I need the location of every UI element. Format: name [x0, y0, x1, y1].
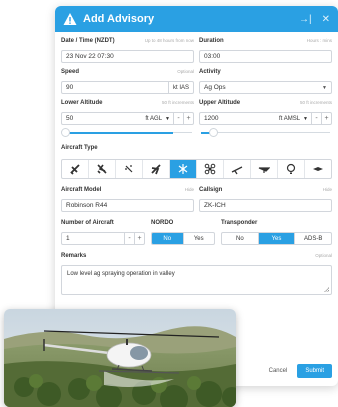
jet-icon[interactable] [62, 160, 89, 178]
submit-button[interactable]: Submit [297, 364, 332, 378]
duration-hint: Hours : mins [306, 38, 332, 43]
aircraft-count-increment[interactable]: + [134, 232, 144, 245]
upper-altitude-value: 1200 [204, 115, 219, 122]
quadcopter-icon[interactable] [197, 160, 224, 178]
dialog-title: Add Advisory [83, 13, 155, 25]
lower-altitude-input[interactable]: 50 ft AGL ▼ - + [61, 112, 194, 125]
aircraft-model-label: Aircraft Model [61, 187, 102, 193]
helicopter-spraying-photo [4, 309, 236, 407]
upper-altitude-input[interactable]: 1200 ft AMSL ▼ - + [199, 112, 332, 125]
activity-value: Ag Ops [204, 84, 226, 91]
nordo-yes-option[interactable]: Yes [184, 233, 215, 244]
upper-altitude-label: Upper Altitude [199, 100, 241, 106]
cancel-button[interactable]: Cancel [269, 368, 288, 374]
upper-altitude-knob[interactable] [209, 128, 218, 137]
datetime-hint: Up to 48 hours from now [144, 38, 194, 43]
remarks-text: Low level ag spraying operation in valle… [67, 271, 175, 277]
lower-altitude-decrement[interactable]: - [173, 112, 183, 125]
aircraft-count-decrement[interactable]: - [124, 232, 134, 245]
collapse-icon[interactable]: →| [299, 14, 312, 25]
datetime-label: Date / Time (NZDT) [61, 38, 115, 44]
datetime-input[interactable]: 23 Nov 22 07:30 [61, 50, 194, 63]
transponder-toggle: No Yes ADS-B [221, 232, 332, 245]
callsign-hide[interactable]: Hide [323, 187, 332, 192]
callsign-input[interactable]: ZK-ICH [199, 199, 332, 212]
resize-handle-icon[interactable] [324, 287, 329, 292]
duration-label: Duration [199, 38, 224, 44]
aircraft-count-value: 1 [66, 235, 70, 242]
chevron-down-icon: ▼ [165, 115, 170, 122]
lower-altitude-fill [63, 132, 173, 134]
glider-icon[interactable] [224, 160, 251, 178]
uav-icon[interactable] [305, 160, 331, 178]
dialog-footer: Cancel Submit [269, 364, 332, 378]
aircraft-type-selector [61, 159, 332, 179]
aircraft-model-input[interactable]: Robinson R44 [61, 199, 194, 212]
transponder-no-option[interactable]: No [222, 233, 259, 244]
remarks-textarea[interactable]: Low level ag spraying operation in valle… [61, 265, 332, 295]
chevron-down-icon: ▼ [322, 84, 327, 91]
dialog-header: Add Advisory →| ✕ [55, 6, 338, 32]
nordo-no-option[interactable]: No [152, 233, 184, 244]
speed-label: Speed [61, 69, 80, 75]
callsign-label: Callsign [199, 187, 223, 193]
small-plane-icon[interactable] [89, 160, 116, 178]
balloon-icon[interactable] [278, 160, 305, 178]
activity-select[interactable]: Ag Ops ▼ [199, 81, 332, 94]
drone-icon[interactable] [116, 160, 143, 178]
upper-altitude-decrement[interactable]: - [311, 112, 321, 125]
aircraft-count-label: Number of Aircraft [61, 220, 114, 226]
remarks-hint: Optional [315, 253, 332, 258]
microlight-icon[interactable] [251, 160, 278, 178]
aircraft-count-input[interactable]: 1 - + [61, 232, 145, 245]
remarks-label: Remarks [61, 253, 87, 259]
chevron-down-icon: ▼ [303, 115, 308, 122]
close-icon[interactable]: ✕ [322, 14, 330, 25]
helicopter-photo-image [4, 309, 236, 407]
lower-altitude-increment[interactable]: + [183, 112, 193, 125]
lower-altitude-label: Lower Altitude [61, 100, 103, 106]
helicopter-icon[interactable] [170, 160, 197, 178]
upper-altitude-hint: 50 ft increments [299, 100, 332, 105]
warning-icon [63, 13, 77, 25]
lower-altitude-hint: 50 ft increments [161, 100, 194, 105]
nordo-toggle: No Yes [151, 232, 215, 245]
lower-altitude-value: 50 [66, 115, 74, 122]
transponder-yes-option[interactable]: Yes [258, 233, 296, 244]
transponder-label: Transponder [221, 220, 258, 226]
activity-label: Activity [199, 69, 221, 75]
nordo-label: NORDO [151, 220, 174, 226]
speed-hint: Optional [177, 69, 194, 74]
speed-unit: kt IAS [167, 82, 189, 93]
aircraft-model-hide[interactable]: Hide [185, 187, 194, 192]
speed-input[interactable]: 90 kt IAS [61, 81, 194, 94]
lower-altitude-unit[interactable]: ft AGL [145, 116, 165, 122]
lower-altitude-knob[interactable] [61, 128, 70, 137]
transponder-adsb-option[interactable]: ADS-B [295, 233, 331, 244]
upper-altitude-unit[interactable]: ft AMSL [279, 116, 303, 122]
duration-input[interactable]: 03:00 [199, 50, 332, 63]
upper-altitude-slider[interactable] [199, 128, 332, 137]
lower-altitude-slider[interactable] [61, 128, 194, 137]
upper-altitude-increment[interactable]: + [321, 112, 331, 125]
aircraft-type-label: Aircraft Type [61, 145, 98, 151]
speed-value: 90 [66, 84, 74, 91]
airliner-icon[interactable] [143, 160, 170, 178]
